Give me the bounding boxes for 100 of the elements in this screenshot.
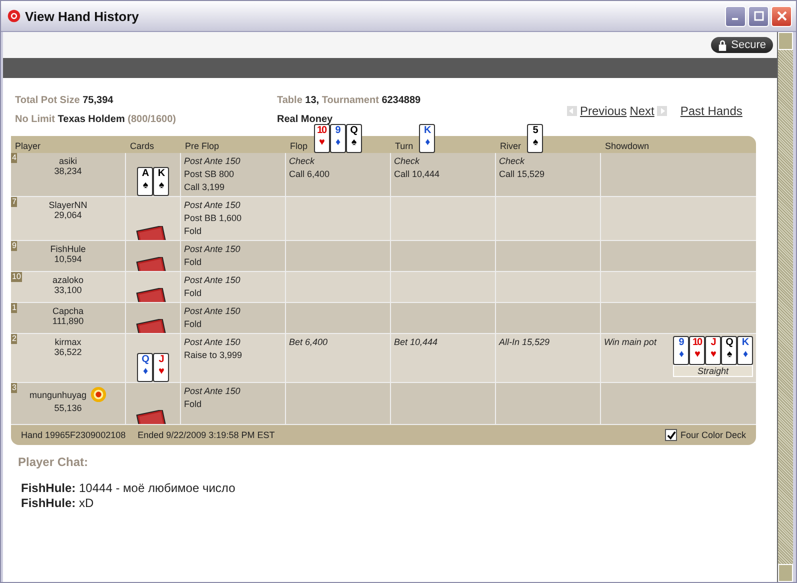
- previous-link[interactable]: Previous: [580, 104, 627, 118]
- playing-card: 5 ♠: [527, 124, 544, 153]
- chat-title: Player Chat:: [18, 455, 90, 469]
- action-text: Check: [499, 155, 526, 168]
- column-header: Flop: [290, 141, 308, 151]
- action-text: Raise to 3,999: [184, 349, 244, 362]
- column-header: Cards: [130, 141, 154, 151]
- four-color-label: Four Color Deck: [680, 430, 746, 440]
- seat-number: 4: [11, 153, 18, 163]
- action-text: Fold: [184, 287, 203, 300]
- lock-icon: [718, 40, 728, 50]
- chip-count: 33,100: [54, 285, 82, 295]
- player-name: azaloko: [52, 275, 84, 285]
- chip-count: 36,522: [54, 347, 82, 357]
- past-hands-link[interactable]: Past Hands: [680, 104, 742, 118]
- playing-card: 9 ♦: [330, 124, 346, 153]
- player-name: kirmax: [54, 337, 82, 347]
- player-name: mungunhuyag: [29, 390, 87, 400]
- playing-card: 10 ♥: [689, 336, 705, 365]
- window-title: View Hand History: [25, 8, 140, 24]
- four-color-checkbox[interactable]: [665, 429, 678, 441]
- playing-card: J ♥: [705, 336, 721, 365]
- seat-number: 2: [11, 334, 18, 344]
- action-text: Post Ante 150: [184, 243, 242, 256]
- playing-card: 9 ♦: [673, 336, 689, 365]
- secure-label: Secure: [731, 39, 766, 51]
- playing-card: Q ♠: [346, 124, 362, 153]
- seat-number: 3: [11, 383, 18, 393]
- action-text: Fold: [184, 318, 203, 331]
- chat-message: FishHule: xD: [20, 496, 95, 511]
- chip-count: 10,594: [54, 254, 82, 264]
- action-text: Bet 6,400: [289, 336, 329, 349]
- action-text: Call 15,529: [499, 168, 546, 181]
- player-name: FishHule: [50, 244, 86, 254]
- tournament-value: 6234889: [382, 95, 421, 106]
- chat-message: FishHule: 10444 - моё любимое число: [20, 481, 236, 496]
- playing-card: Q ♦: [137, 353, 153, 382]
- action-text: Check: [289, 155, 316, 168]
- action-text: Post SB 800: [184, 168, 236, 181]
- chip-count: 38,234: [54, 166, 82, 176]
- action-text: Bet 10,444: [394, 336, 439, 349]
- action-text: Call 6,400: [289, 168, 331, 181]
- playing-card: K ♦: [419, 124, 436, 153]
- seat-number: 7: [11, 197, 18, 207]
- maximize-icon: [754, 11, 764, 21]
- action-text: Fold: [184, 256, 203, 269]
- blinds-value: (800/1600): [128, 114, 176, 125]
- action-text: Fold: [184, 398, 203, 411]
- end-time: Ended 9/22/2009 3:19:58 PM EST: [138, 430, 276, 440]
- close-icon: [776, 11, 786, 21]
- playing-card: J ♥: [153, 353, 169, 382]
- action-text: Check: [394, 155, 421, 168]
- action-text: Call 3,199: [184, 181, 226, 194]
- column-header: Turn: [395, 141, 414, 151]
- column-header: Player: [15, 141, 41, 151]
- player-name: Capcha: [52, 306, 84, 316]
- playing-card: K ♠: [153, 167, 169, 196]
- pot-label: Total Pot Size: [15, 95, 80, 106]
- action-text: Post Ante 150: [184, 336, 242, 349]
- pot-value: 75,394: [82, 95, 114, 106]
- close-button[interactable]: [771, 6, 792, 26]
- money-type: Real Money: [277, 114, 333, 125]
- playing-card: Q ♠: [721, 336, 737, 365]
- limit-label: No Limit: [15, 114, 55, 125]
- maximize-button[interactable]: [748, 6, 769, 26]
- hand-id: Hand 19965F2309002108: [21, 430, 126, 440]
- action-text: Fold: [184, 225, 203, 238]
- game-name: Texas Holdem: [58, 114, 125, 125]
- playing-card: 10 ♥: [314, 124, 330, 153]
- action-text: Post Ante 150: [184, 199, 242, 212]
- action-text: Post Ante 150: [184, 155, 242, 168]
- action-text: Post BB 1,600: [184, 212, 243, 225]
- action-text: Post Ante 150: [184, 274, 242, 287]
- hand-rank-label: Straight: [673, 365, 753, 377]
- tournament-label: Tournament: [322, 95, 379, 106]
- player-name: asiki: [58, 156, 77, 166]
- column-header: Showdown: [605, 141, 650, 151]
- next-link[interactable]: Next: [630, 104, 654, 118]
- chip-count: 29,064: [54, 210, 82, 220]
- seat-number: 1: [11, 303, 18, 313]
- action-text: Win main pot: [604, 336, 656, 349]
- minimize-button[interactable]: [725, 6, 746, 26]
- column-header: Pre Flop: [185, 141, 220, 151]
- action-text: Call 10,444: [394, 168, 441, 181]
- minimize-icon: [732, 18, 738, 20]
- player-name: SlayerNN: [48, 200, 88, 210]
- chip-count: 55,136: [54, 403, 82, 413]
- action-text: Post Ante 150: [184, 305, 242, 318]
- table-label: Table: [277, 95, 302, 106]
- seat-number: 9: [11, 241, 18, 251]
- action-text: Post Ante 150: [184, 385, 242, 398]
- action-text: All-In 15,529: [499, 336, 551, 349]
- column-header: River: [500, 141, 522, 151]
- checkmark-icon: [666, 430, 676, 440]
- seat-number: 10: [11, 272, 22, 282]
- table-value: 13,: [305, 95, 320, 106]
- playing-card: A ♠: [137, 167, 153, 196]
- chip-logo-icon: [7, 9, 21, 23]
- chip-count: 111,890: [52, 316, 84, 326]
- playing-card: K ♦: [737, 336, 753, 365]
